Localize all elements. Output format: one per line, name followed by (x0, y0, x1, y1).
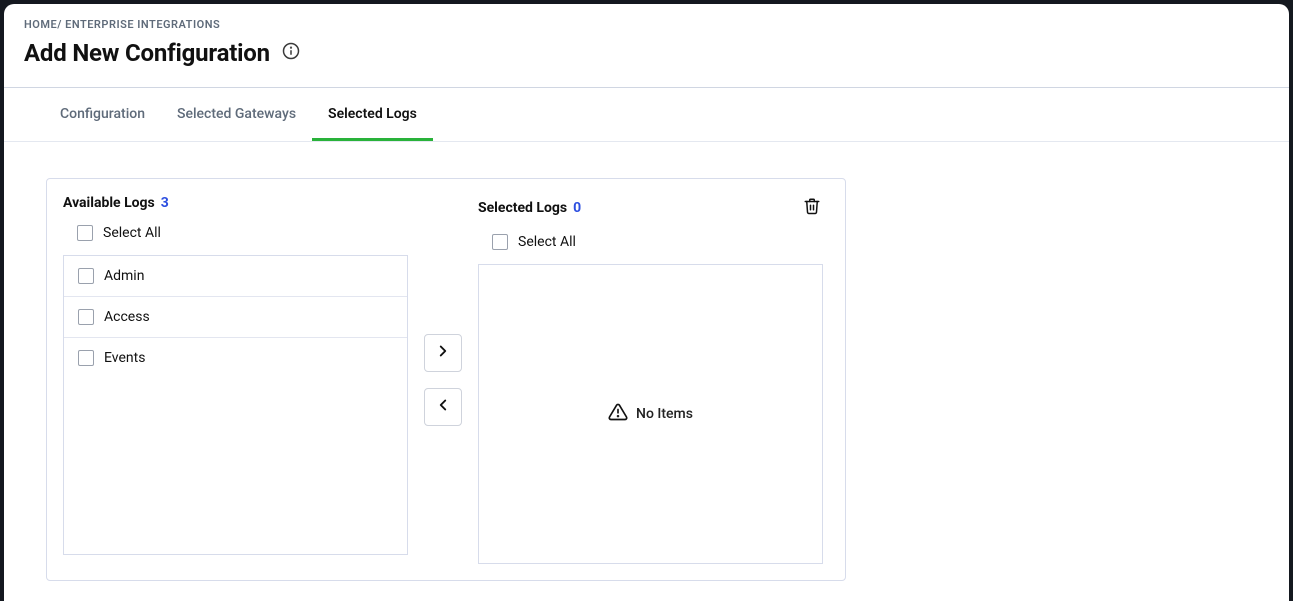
tabs: Configuration Selected Gateways Selected… (4, 88, 1289, 142)
available-select-all-checkbox[interactable] (77, 225, 93, 241)
item-label: Admin (104, 268, 144, 284)
selected-logs-count: 0 (573, 200, 581, 216)
chevron-right-icon (434, 342, 452, 363)
breadcrumb-separator: / (57, 18, 62, 31)
item-checkbox[interactable] (78, 350, 94, 366)
trash-icon (803, 197, 821, 218)
list-item[interactable]: Access (64, 297, 407, 338)
list-item[interactable]: Events (64, 338, 407, 378)
transfer-panel: Available Logs 3 Select All Admin Access (46, 178, 846, 581)
chevron-left-icon (434, 396, 452, 417)
breadcrumb-home[interactable]: HOME (24, 18, 57, 31)
item-checkbox[interactable] (78, 309, 94, 325)
item-label: Access (104, 309, 150, 325)
warning-icon (608, 402, 628, 426)
selected-logs-column: Selected Logs 0 (478, 195, 823, 564)
move-right-button[interactable] (424, 334, 462, 372)
info-icon[interactable] (282, 42, 300, 64)
page-title: Add New Configuration (24, 39, 270, 67)
selected-logs-title: Selected Logs (478, 200, 567, 216)
selected-select-all-label: Select All (518, 234, 576, 250)
transfer-buttons (424, 195, 462, 564)
list-item[interactable]: Admin (64, 256, 407, 297)
tab-configuration[interactable]: Configuration (44, 88, 161, 141)
selected-select-all-checkbox[interactable] (492, 234, 508, 250)
clear-selected-button[interactable] (801, 195, 823, 220)
breadcrumb: HOME/ ENTERPRISE INTEGRATIONS (4, 4, 1289, 35)
available-select-all-label: Select All (103, 225, 161, 241)
content-area: Available Logs 3 Select All Admin Access (4, 142, 1289, 601)
breadcrumb-section[interactable]: ENTERPRISE INTEGRATIONS (65, 18, 220, 31)
item-checkbox[interactable] (78, 268, 94, 284)
item-label: Events (104, 350, 145, 366)
empty-text: No Items (636, 406, 693, 422)
tab-selected-logs[interactable]: Selected Logs (312, 88, 433, 141)
tab-selected-gateways[interactable]: Selected Gateways (161, 88, 312, 141)
available-logs-column: Available Logs 3 Select All Admin Access (63, 195, 408, 564)
move-left-button[interactable] (424, 388, 462, 426)
available-logs-list[interactable]: Admin Access Events (63, 255, 408, 555)
available-logs-title: Available Logs (63, 195, 155, 211)
selected-logs-list[interactable]: No Items (478, 264, 823, 564)
available-logs-count: 3 (161, 195, 169, 211)
